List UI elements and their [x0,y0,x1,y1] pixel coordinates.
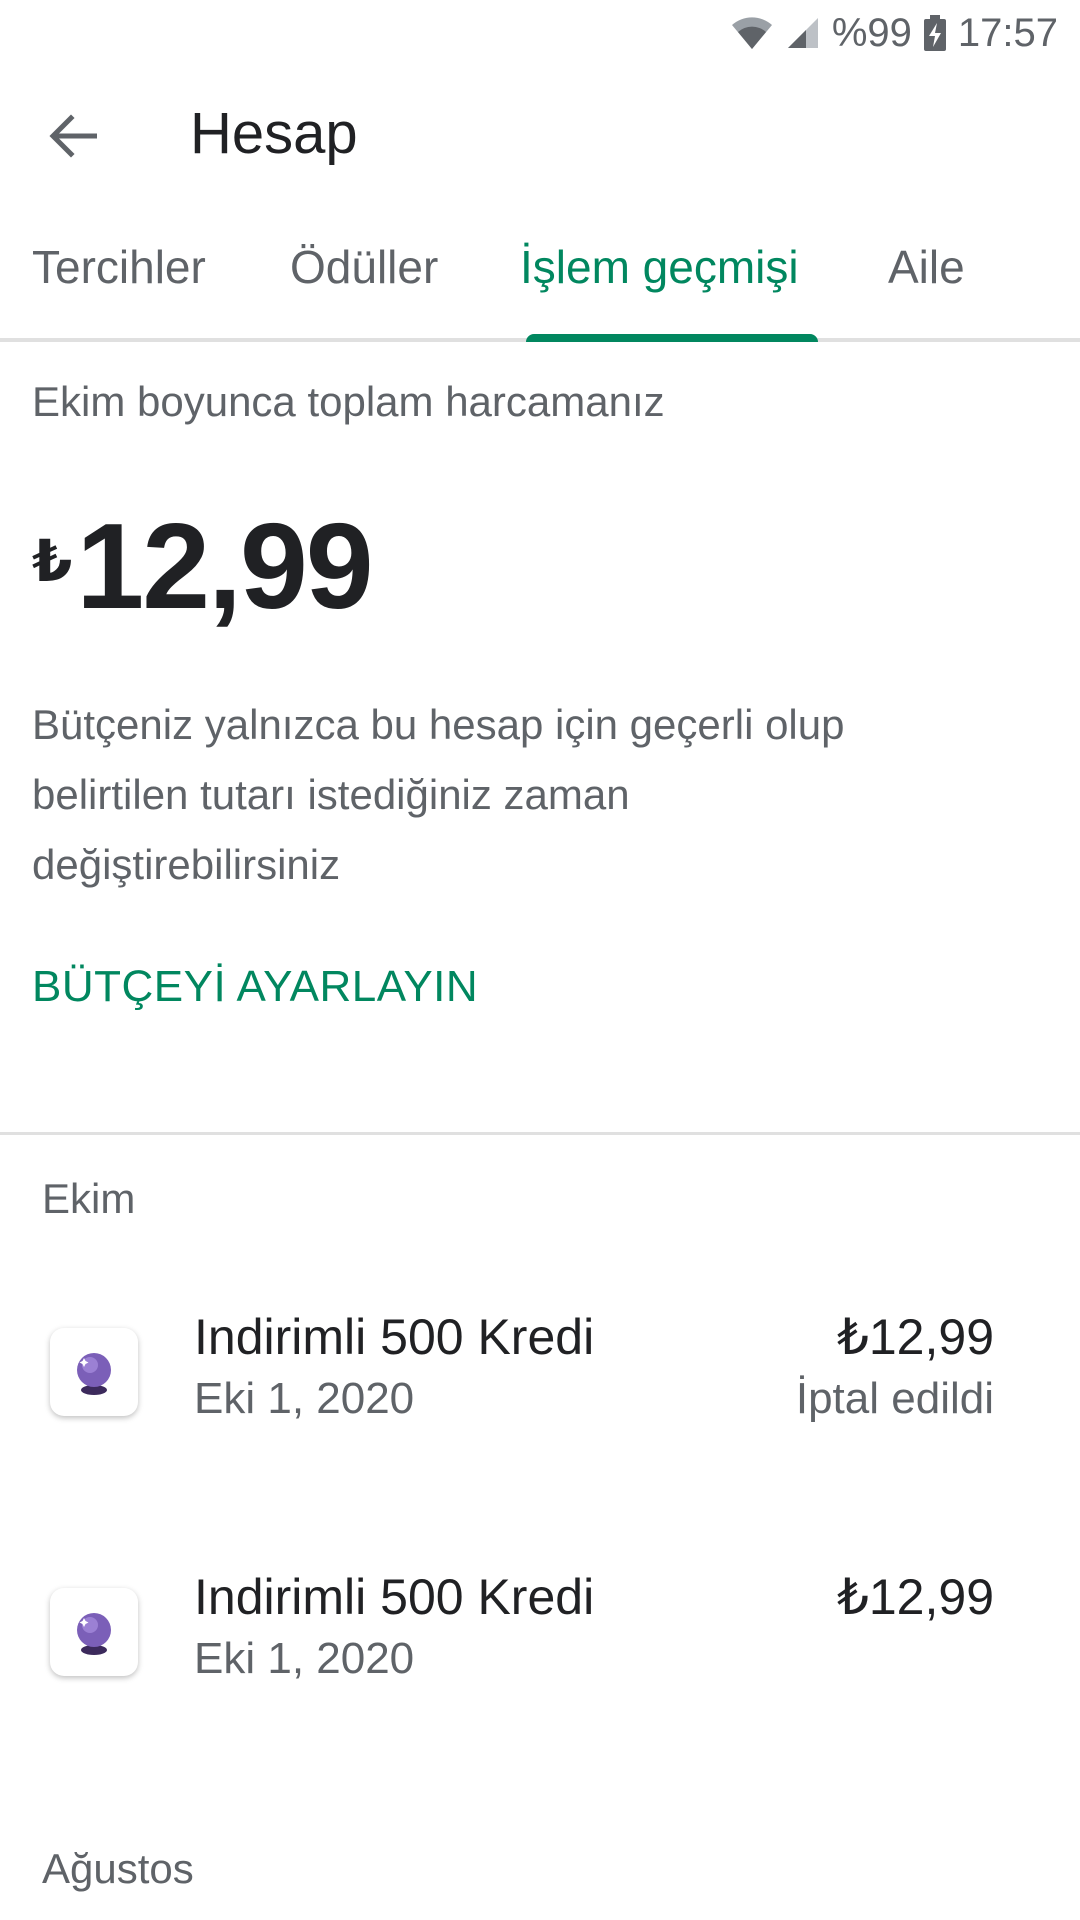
spending-summary-label: Ekim boyunca toplam harcamanız [32,378,665,425]
section-divider [0,1132,1080,1135]
crystal-ball-icon [50,1328,138,1416]
wifi-icon [730,15,774,51]
transaction-title: Indirimli 500 Kredi [194,1309,595,1365]
tab-oduller[interactable]: Ödüller [290,240,438,294]
transaction-status: İptal edildi [795,1374,994,1423]
transaction-row[interactable]: Indirimli 500 Kredi Eki 1, 2020 ₺12,99 İ… [0,1308,1080,1458]
tab-tercihler[interactable]: Tercihler [32,240,206,294]
app-bar: Hesap [0,80,1080,192]
screen: %99 17:57 Hesap Tercihler Ödüller İşlem … [0,0,1080,1920]
section-header-ekim: Ekim [42,1175,136,1222]
signal-icon [786,16,820,50]
clock: 17:57 [957,10,1058,55]
set-budget-button[interactable]: BÜTÇEYİ AYARLAYIN [32,962,478,1012]
transaction-price: ₺12,99 [837,1569,994,1625]
budget-description: Bütçeniz yalnızca bu hesap için geçerli … [32,701,845,888]
active-tab-indicator [526,334,818,342]
tab-aile[interactable]: Aile [888,240,965,294]
transaction-title: Indirimli 500 Kredi [194,1569,595,1625]
arrow-back-icon [49,113,98,163]
transaction-date: Eki 1, 2020 [194,1634,415,1683]
transaction-price: ₺12,99 [837,1309,994,1365]
crystal-ball-icon [50,1588,138,1676]
tab-islem-gecmisi[interactable]: İşlem geçmişi [520,240,799,294]
battery-charging-icon [923,15,946,51]
section-header-agustos: Ağustos [42,1845,194,1892]
back-button[interactable] [38,108,108,168]
transaction-row[interactable]: Indirimli 500 Kredi Eki 1, 2020 ₺12,99 [0,1568,1080,1718]
transaction-date: Eki 1, 2020 [194,1374,415,1423]
amount-value: 12,99 [76,498,373,634]
status-bar: %99 17:57 [0,0,1080,66]
total-spending-amount: ₺ 12,99 [32,498,374,634]
page-title: Hesap [190,101,358,166]
currency-symbol: ₺ [32,529,73,594]
tab-bar: Tercihler Ödüller İşlem geçmişi Aile [0,220,1080,342]
battery-percent: %99 [831,10,912,55]
